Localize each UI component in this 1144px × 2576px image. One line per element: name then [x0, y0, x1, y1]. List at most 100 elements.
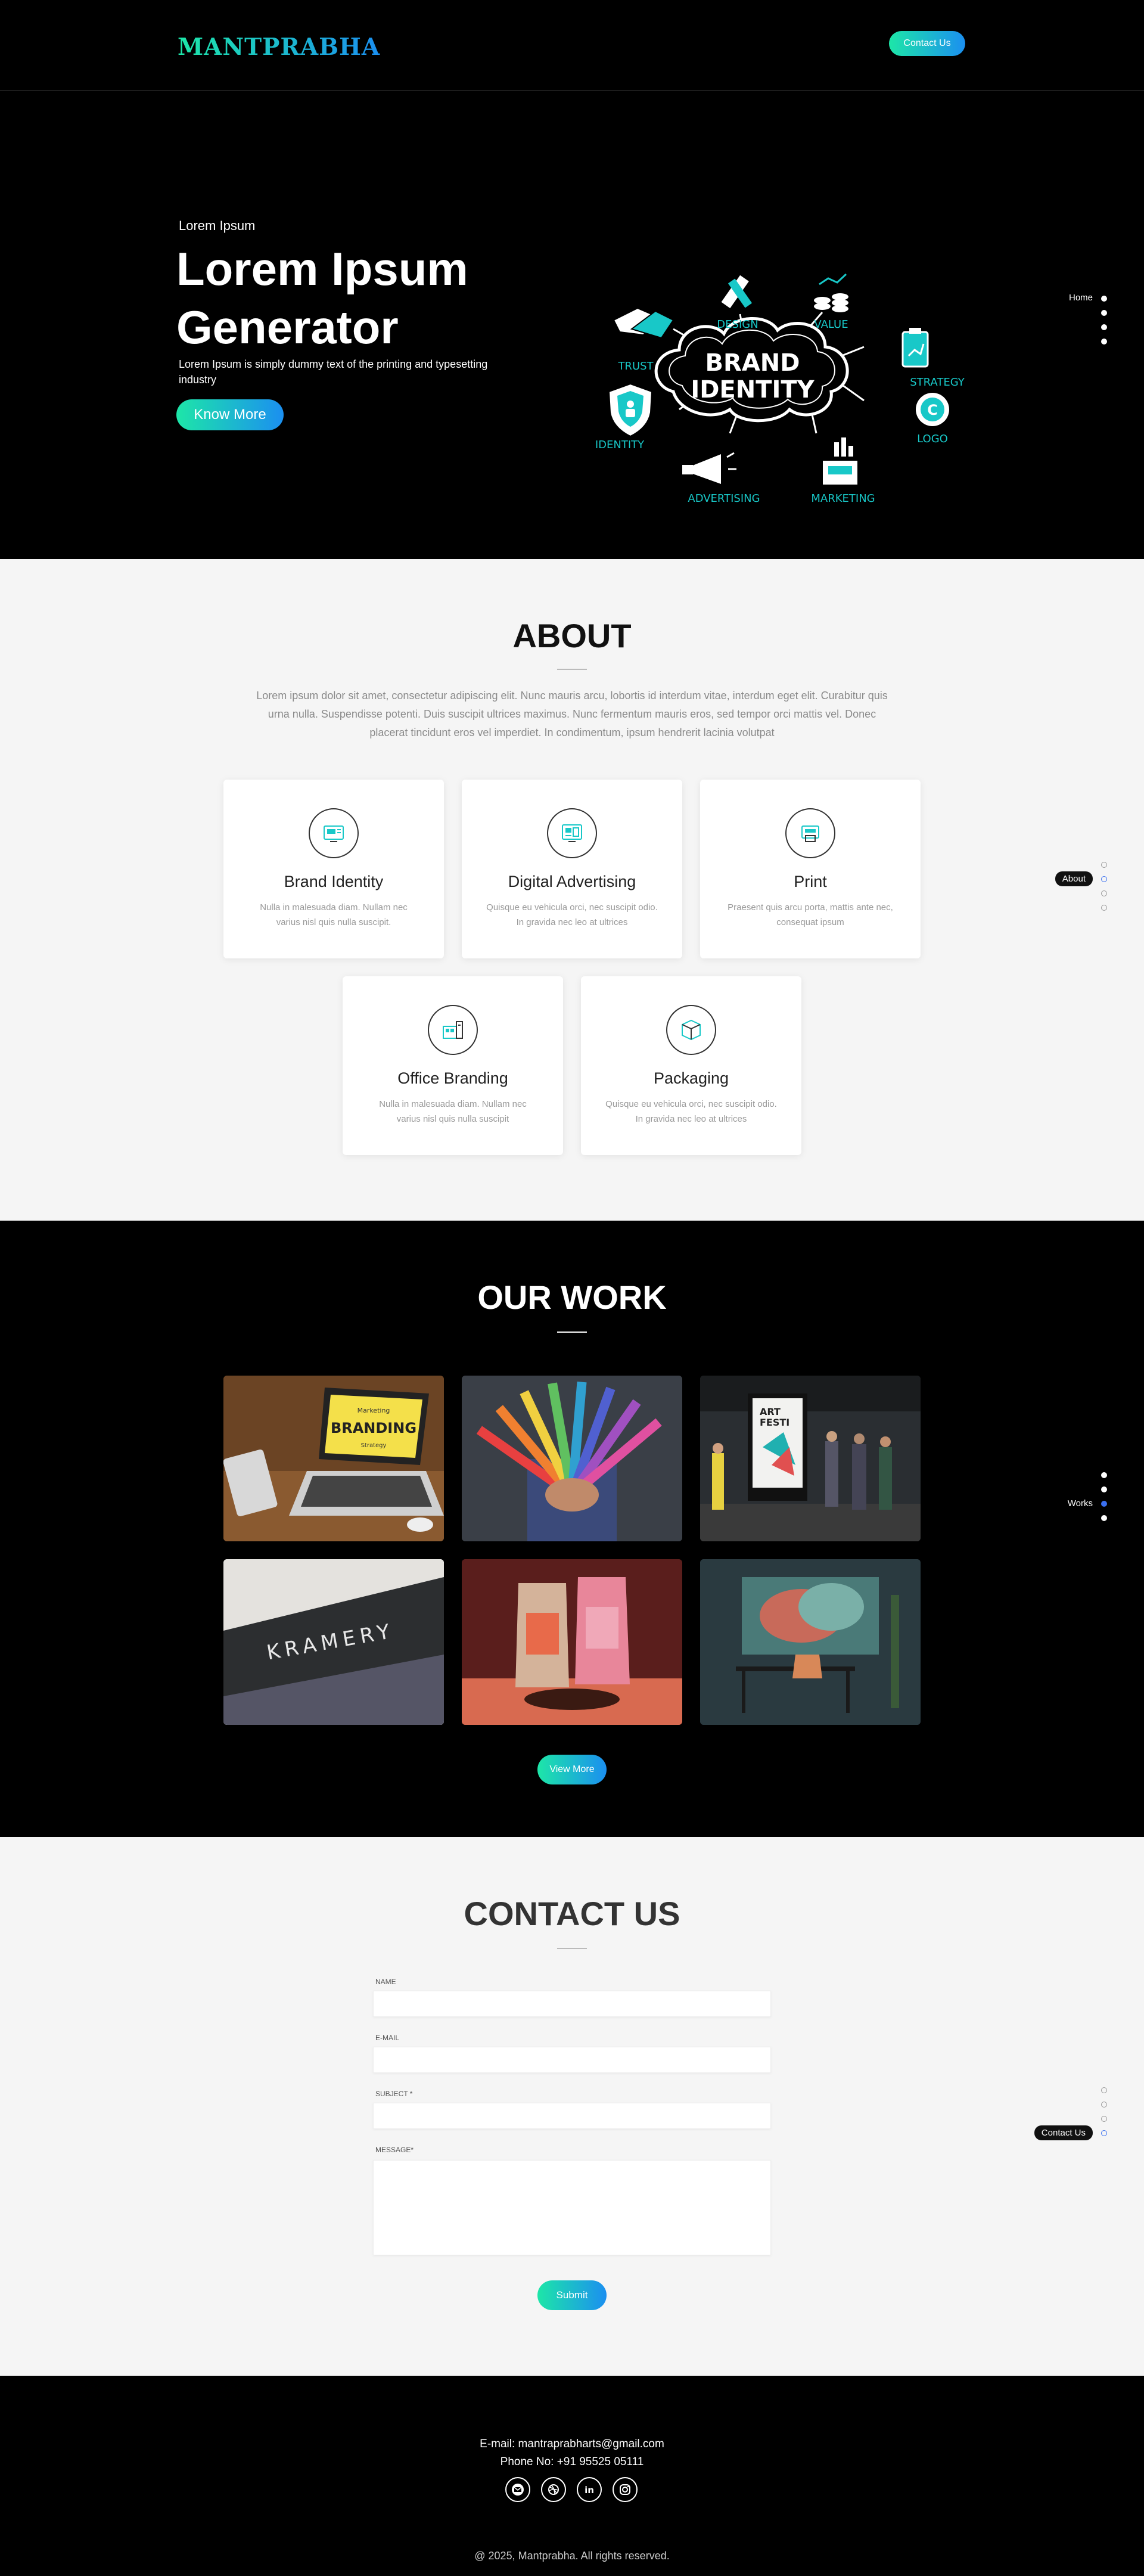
- service-card-brand-identity[interactable]: Brand Identity Nulla in malesuada diam. …: [223, 780, 444, 958]
- service-card-text: Nulla in malesuada diam. Nullam nec vari…: [260, 902, 408, 927]
- message-label: MESSAGE*: [375, 2146, 414, 2154]
- art-label-logo: LOGO: [917, 433, 948, 445]
- sidenav-dot-works[interactable]: [1101, 890, 1107, 896]
- art-label-value: VALUE: [814, 318, 848, 331]
- strategy-clipboard-icon: [901, 328, 929, 368]
- svg-text:in: in: [585, 2485, 594, 2496]
- sidenav-dot-contact[interactable]: [1101, 2130, 1107, 2136]
- hero-kicker: Lorem Ipsum: [179, 218, 256, 233]
- service-card-text: Quisque eu vehicula orci, nec suscipit o…: [486, 902, 658, 927]
- sidenav-dot-works[interactable]: [1101, 324, 1107, 330]
- works-title-rule: [557, 1332, 587, 1333]
- sidenav-dot-about[interactable]: [1101, 876, 1107, 882]
- laptop-screen-sub-text: Strategy: [361, 1442, 387, 1449]
- works-title: OUR WORK: [477, 1278, 667, 1316]
- social-linkedin-link[interactable]: in: [577, 2477, 602, 2502]
- sidenav-dot-contact[interactable]: [1101, 905, 1107, 911]
- poster-line2: FESTI: [760, 1417, 789, 1428]
- hero-section: Lorem Ipsum Lorem Ipsum Generator Lorem …: [0, 91, 1144, 623]
- email-input[interactable]: [373, 2047, 771, 2073]
- sidenav-dot-home[interactable]: [1101, 296, 1107, 302]
- sidenav-dot-about[interactable]: [1101, 310, 1107, 316]
- view-more-button[interactable]: View More: [537, 1755, 607, 1784]
- print-icon: [785, 808, 835, 858]
- about-title-rule: [557, 669, 587, 670]
- packaging-box-icon: [666, 1005, 716, 1055]
- name-label: NAME: [375, 1978, 396, 1986]
- sidenav-dot-home[interactable]: [1101, 1472, 1107, 1478]
- sidenav-dot-home[interactable]: [1101, 862, 1107, 868]
- art-label-advertising: ADVERTISING: [688, 492, 760, 505]
- message-textarea[interactable]: [373, 2160, 771, 2255]
- shield-icon: [608, 383, 653, 437]
- office-branding-icon: [428, 1005, 478, 1055]
- instagram-icon: [620, 2484, 630, 2495]
- social-dribbble-link[interactable]: [541, 2477, 566, 2502]
- work-item-color-swatches[interactable]: [462, 1376, 682, 1541]
- work-item-coffee-packaging[interactable]: [462, 1559, 682, 1725]
- subject-input[interactable]: [373, 2103, 771, 2129]
- work-item-art-festival-poster[interactable]: ART FESTI: [700, 1376, 921, 1541]
- contact-title-rule: [557, 1948, 587, 1949]
- submit-button[interactable]: Submit: [537, 2280, 607, 2310]
- social-email-link[interactable]: [505, 2477, 530, 2502]
- site-footer: E-mail: mantraprabharts@gmail.com Phone …: [0, 2376, 1144, 2576]
- sidenav-label-contact[interactable]: Contact Us: [1034, 2125, 1093, 2140]
- brand-art-center-line2: IDENTITY: [691, 376, 815, 404]
- sidenav-label-works[interactable]: Works: [1068, 1498, 1093, 1509]
- footer-email[interactable]: E-mail: mantraprabharts@gmail.com: [0, 2438, 1144, 2451]
- service-card-digital-advertising[interactable]: Digital Advertising Quisque eu vehicula …: [462, 780, 682, 958]
- work-item-branding-laptop[interactable]: Marketing BRANDING Strategy: [223, 1376, 444, 1541]
- service-card-print[interactable]: Print Praesent quis arcu porta, mattis a…: [700, 780, 921, 958]
- site-logo[interactable]: MANTPRABHA: [178, 33, 380, 61]
- service-card-title: Digital Advertising: [508, 873, 636, 890]
- hero-description: Lorem Ipsum is simply dummy text of the …: [179, 358, 488, 386]
- service-card-office-branding[interactable]: Office Branding Nulla in malesuada diam.…: [343, 976, 563, 1155]
- coins-icon: [814, 273, 848, 312]
- about-text: Lorem ipsum dolor sit amet, consectetur …: [256, 690, 888, 738]
- marketing-box-icon: [822, 437, 859, 486]
- work-item-kramery-sign[interactable]: KRAMERY: [223, 1559, 444, 1725]
- contact-section: CONTACT US NAME E-MAIL SUBJECT * MESSAGE…: [0, 1837, 1144, 2376]
- sidenav-dot-contact[interactable]: [1101, 1515, 1107, 1521]
- contact-us-button[interactable]: Contact Us: [889, 31, 965, 56]
- service-card-title: Brand Identity: [284, 873, 384, 890]
- service-card-packaging[interactable]: Packaging Quisque eu vehicula orci, nec …: [581, 976, 801, 1155]
- art-label-design: DESIGN: [717, 318, 758, 331]
- poster-line1: ART: [760, 1406, 781, 1417]
- svg-text:C: C: [927, 402, 938, 418]
- sidenav-label-about[interactable]: About: [1055, 871, 1093, 886]
- sidenav-dot-about[interactable]: [1101, 2102, 1107, 2108]
- name-input[interactable]: [373, 1991, 771, 2017]
- social-instagram-link[interactable]: [613, 2477, 638, 2502]
- design-pencil-icon: [721, 275, 753, 309]
- sidenav-dot-home[interactable]: [1101, 2087, 1107, 2093]
- brand-art-center-line1: BRAND: [705, 349, 800, 377]
- art-label-identity: IDENTITY: [595, 439, 645, 451]
- service-card-title: Office Branding: [397, 1069, 508, 1087]
- email-icon: [512, 2484, 524, 2496]
- service-card-text: Praesent quis arcu porta, mattis ante ne…: [728, 902, 893, 927]
- megaphone-icon: [682, 452, 736, 484]
- linkedin-icon: in: [585, 2485, 594, 2496]
- brand-identity-illustration: BRAND IDENTITY TRUST DESIGN VALUE STRATE…: [595, 273, 965, 505]
- laptop-screen-big-text: BRANDING: [331, 1420, 416, 1436]
- works-section: OUR WORK Marketing BRANDING Strategy ART…: [0, 1221, 1144, 1837]
- service-card-text: Quisque eu vehicula orci, nec suscipit o…: [605, 1099, 777, 1124]
- subject-label: SUBJECT *: [375, 2090, 413, 2098]
- sidenav-dot-works[interactable]: [1101, 1501, 1107, 1507]
- digital-advertising-icon: [547, 808, 597, 858]
- handshake-icon: [613, 307, 674, 339]
- service-card-text: Nulla in malesuada diam. Nullam nec vari…: [379, 1099, 527, 1124]
- email-label: E-MAIL: [375, 2034, 400, 2042]
- sidenav-dot-works[interactable]: [1101, 2116, 1107, 2122]
- hero-title: Lorem Ipsum Generator: [176, 243, 468, 353]
- work-item-office-interior[interactable]: [700, 1559, 921, 1725]
- sidenav-dot-contact[interactable]: [1101, 339, 1107, 344]
- service-card-title: Print: [794, 873, 827, 890]
- know-more-button[interactable]: Know More: [176, 399, 284, 430]
- sidenav-label-home[interactable]: Home: [1069, 293, 1093, 303]
- sidenav-dot-about[interactable]: [1101, 1486, 1107, 1492]
- footer-copyright: @ 2025, Mantprabha. All rights reserved.: [474, 2550, 670, 2562]
- laptop-screen-small-text: Marketing: [358, 1407, 390, 1414]
